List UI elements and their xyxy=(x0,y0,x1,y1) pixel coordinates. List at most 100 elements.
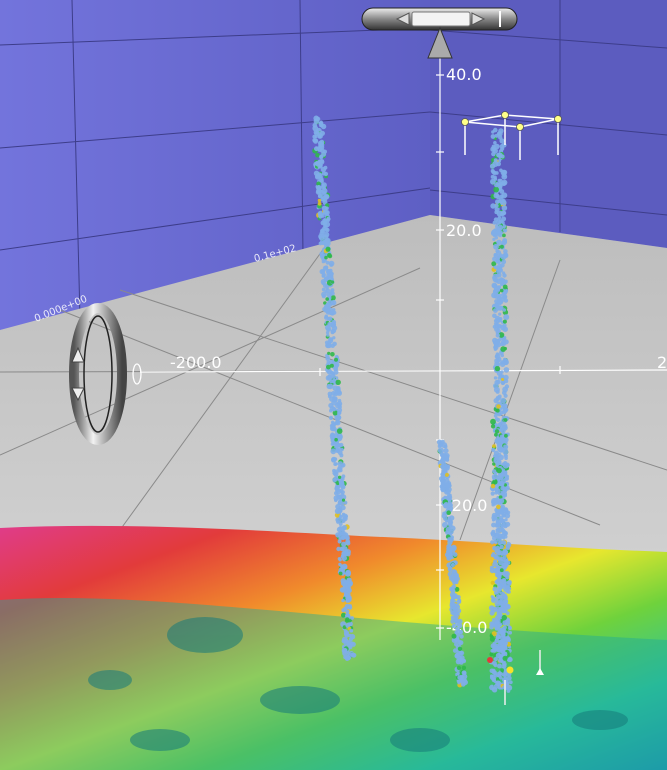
plume-point xyxy=(502,390,507,396)
plume-point xyxy=(324,265,329,270)
plume-point xyxy=(490,169,495,173)
plume-point xyxy=(337,433,343,440)
plume-point xyxy=(500,254,507,260)
plume-point xyxy=(491,499,496,505)
plume-point xyxy=(341,490,345,495)
plume-point xyxy=(497,551,502,556)
plume-point xyxy=(495,523,501,528)
plume-point xyxy=(447,537,452,542)
plume-point xyxy=(323,258,327,263)
plume-point xyxy=(335,420,341,426)
plume-point xyxy=(493,303,499,308)
plume-point xyxy=(327,351,331,355)
plume-point xyxy=(456,595,461,600)
plume-point xyxy=(494,620,500,625)
plume-point xyxy=(450,598,454,603)
plume-point xyxy=(348,633,352,638)
plume-point xyxy=(490,483,496,489)
plume-point xyxy=(456,671,460,676)
plume-point xyxy=(321,274,326,278)
plume-point xyxy=(317,172,322,177)
horizontal-slider-icon[interactable] xyxy=(361,7,518,31)
plume-point xyxy=(332,477,337,481)
plume-point xyxy=(351,652,357,658)
plume-point xyxy=(324,255,328,260)
plume-point xyxy=(493,539,498,545)
plume-point xyxy=(496,500,502,506)
plume-point xyxy=(346,651,351,656)
plume-point xyxy=(337,411,341,415)
plume-point xyxy=(346,640,352,646)
plume-point xyxy=(325,288,331,293)
plume-point xyxy=(498,606,504,612)
plume-point xyxy=(497,338,502,342)
plume-point xyxy=(437,447,444,454)
plume-point xyxy=(344,582,351,589)
plume-point xyxy=(450,525,456,532)
plume-point xyxy=(329,425,336,432)
plume-point xyxy=(503,604,508,609)
plume-point xyxy=(315,152,320,158)
plume-point xyxy=(494,532,500,539)
plume-point xyxy=(333,369,339,375)
plume-point xyxy=(338,537,342,541)
plume-point xyxy=(502,449,509,455)
plume-point xyxy=(319,155,324,160)
3d-viewport[interactable]: 40.0 20.0 -20.0 -40.0 -200.0 2 0.000e+00… xyxy=(0,0,667,770)
plume-point xyxy=(457,640,462,645)
plume-point xyxy=(492,561,498,568)
plume-point xyxy=(493,308,498,313)
plume-point xyxy=(332,397,337,403)
plume-point xyxy=(494,438,500,444)
plume-point xyxy=(500,380,505,386)
plume-point xyxy=(499,244,504,249)
plume-point xyxy=(335,487,340,493)
plume-point xyxy=(497,663,502,669)
plume-point xyxy=(489,624,494,630)
plume-point xyxy=(330,352,335,357)
plume-point xyxy=(343,606,347,611)
plume-point xyxy=(340,565,346,570)
plume-point xyxy=(507,590,511,594)
plume-point xyxy=(500,397,507,404)
plume-point xyxy=(342,516,348,522)
plume-point xyxy=(495,528,499,532)
plume-point xyxy=(454,617,459,621)
plume-point xyxy=(330,435,335,441)
plume-point xyxy=(325,246,331,252)
plume-point xyxy=(497,394,502,399)
plume-point xyxy=(493,193,499,199)
plume-point xyxy=(328,415,334,420)
plume-point xyxy=(337,557,342,561)
plume-point xyxy=(493,347,498,351)
plume-point xyxy=(501,578,507,583)
plume-point xyxy=(331,374,337,380)
plume-point xyxy=(502,661,507,667)
plume-point xyxy=(325,327,330,332)
plume-point xyxy=(503,581,507,586)
plume-point xyxy=(502,530,508,536)
plume-point xyxy=(328,403,334,408)
plume-point xyxy=(336,520,340,524)
plume-point xyxy=(334,357,338,362)
plume-point xyxy=(497,178,501,183)
plume-point xyxy=(490,531,495,536)
plume-point xyxy=(339,453,344,458)
plume-point xyxy=(497,318,502,323)
plume-point xyxy=(500,360,505,365)
plume-point xyxy=(450,605,455,610)
plume-point xyxy=(494,365,501,372)
plume-point xyxy=(492,444,496,448)
plume-point xyxy=(450,588,456,594)
plume-point xyxy=(496,231,501,236)
plume-point xyxy=(493,386,500,393)
plume-point xyxy=(345,617,350,622)
h-axis-label-2: 2 xyxy=(657,353,667,372)
plume-point xyxy=(496,250,502,256)
plume-point xyxy=(504,476,509,481)
v-axis-label-1: 40.0 xyxy=(446,65,482,84)
plume-point xyxy=(503,367,510,373)
plume-point xyxy=(343,629,348,634)
plume-point xyxy=(489,567,496,574)
scene-canvas[interactable]: 40.0 20.0 -20.0 -40.0 -200.0 2 0.000e+00… xyxy=(0,0,667,770)
